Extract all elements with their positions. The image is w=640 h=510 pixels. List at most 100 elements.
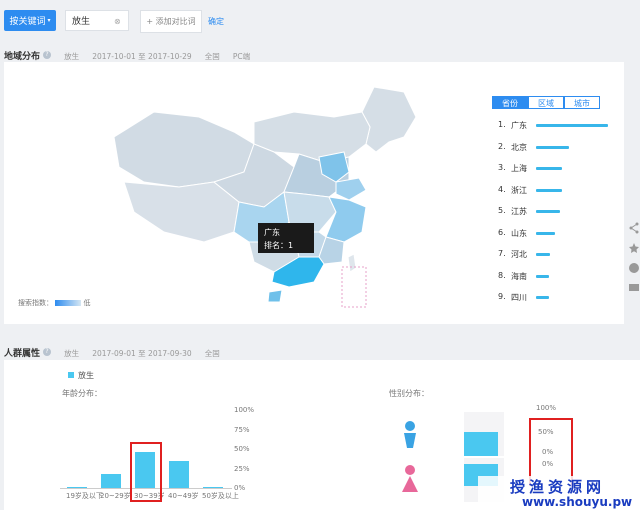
ranking-row[interactable]: 3. 上海 [492,159,622,180]
tab-area[interactable]: 区域 [528,96,564,109]
confirm-link[interactable]: 确定 [208,16,224,27]
top-strip [0,0,640,6]
region-keyword: 放生 [64,52,80,61]
ranking-bar [536,145,570,149]
ranking-row[interactable]: 5. 江苏 [492,202,622,223]
age-xtick: 19岁及以下 [66,492,103,500]
legend-scale [55,300,82,306]
ranking-tabs: 省份 区域 城市 [492,96,600,109]
tab-city[interactable]: 城市 [564,96,600,109]
age-ytick: 50% [234,445,250,453]
ranking-number: 8. [498,270,506,280]
legend-low: 低 [83,299,91,307]
ranking-bar [536,296,549,299]
keyword-chip-label: 放生 [72,17,91,27]
ranking-number: 4. [498,184,506,194]
ranking-row[interactable]: 2. 北京 [492,138,622,159]
ranking-bar [536,167,562,170]
crowd-legend: 放生 [68,370,94,381]
ranking-row[interactable]: 9. 四川 [492,288,622,309]
help-circle-icon[interactable] [628,262,640,274]
ranking-row[interactable]: 7. 河北 [492,245,622,266]
map-tooltip: 广东 排名：1 [258,223,314,253]
age-bar [169,461,189,488]
age-ytick: 75% [234,425,250,434]
crowd-header: 人群属性? 放生 2017-09-01 至 2017-09-30 全国 [4,341,404,359]
caret-down-icon: ▾ [47,17,51,24]
ranking-row[interactable]: 1. 广东 [492,116,622,137]
ranking-bar [536,124,608,127]
ranking-name: 广东 [511,121,527,130]
ranking-name: 北京 [511,142,527,152]
region-title: 地域分布 [4,52,41,62]
map-region-east [325,196,367,243]
ranking-row[interactable]: 6. 山东 [492,224,622,245]
watermark-line1: 授渔资源网 [510,478,606,496]
tab-province[interactable]: 省份 [492,96,528,109]
add-compare-label: + 添加对比词 [146,17,196,26]
age-ytick: 100% [234,406,255,414]
highlight-box-age [130,442,162,502]
keyword-chip[interactable]: 放生 ⊗ [65,10,129,31]
share-icon[interactable] [628,222,640,234]
keyword-mode-button[interactable]: 按关键词 ▾ [4,10,56,31]
star-icon[interactable] [628,242,640,254]
region-scope: 全国 [204,52,220,61]
china-map [113,86,417,308]
legend-label: 搜索指数： [18,299,53,307]
close-icon[interactable]: ⊗ [114,18,122,26]
crowd-scope: 全国 [204,349,220,358]
tooltip-rank: 排名：1 [264,241,294,250]
female-icon [402,465,418,492]
ranking-name: 浙江 [511,185,527,195]
male-icon [404,421,416,448]
help-icon[interactable]: ? [43,50,52,59]
age-chart: 100% 75% 50% 25% 0% 19岁及以下 20~29岁 30~39岁 40~49岁 5… [60,404,260,502]
ranking-number: 5. [498,206,506,215]
ranking-name: 四川 [511,293,527,302]
side-toolbar [628,222,640,302]
help-icon[interactable]: ? [43,347,52,356]
age-xtick: 50岁及以上 [202,492,239,500]
ranking-number: 2. [498,141,506,151]
male-bar [464,432,498,456]
age-bar [101,473,121,488]
ranking-name: 江苏 [511,207,527,216]
ranking-bar [536,210,561,213]
watermark: 授渔资源网 www.shouyu.pw [478,476,640,510]
age-xtick: 40~49岁 [168,492,199,500]
region-date-range: 2017-10-01 至 2017-10-29 [92,52,192,61]
ranking-name: 山东 [511,228,527,238]
comment-icon[interactable] [628,282,640,294]
ranking-name: 海南 [511,271,527,281]
map-region-hainan [267,289,283,303]
age-xtick: 20~29岁 [100,492,131,500]
map-region-tibet [123,181,240,243]
crowd-keyword: 放生 [64,349,80,358]
ranking-row[interactable]: 8. 海南 [492,267,622,288]
map-region-south-sea [341,266,367,308]
age-ytick: 25% [234,464,250,473]
legend-swatch [68,372,74,378]
region-device: PC端 [232,52,251,61]
ranking-name: 上海 [511,164,527,173]
crowd-title: 人群属性 [4,349,41,359]
ranking-number: 7. [498,249,506,258]
map-legend: 搜索指数： 低 [18,298,90,308]
ranking-bar [536,188,562,192]
ranking-bar [536,231,555,235]
age-title: 年龄分布： [62,389,102,398]
map-region-northeast [361,86,417,153]
watermark-line2: www.shouyu.pw [522,495,633,509]
region-header: 地域分布? 放生 2017-10-01 至 2017-10-29 全国 PC端 [4,44,404,62]
ranking-row[interactable]: 4. 浙江 [492,181,622,202]
keyword-mode-label: 按关键词 [9,17,46,27]
ranking-panel: 省份 区域 城市 1. 广东 2. 北京 3. 上海 4. 浙江 5. 江苏 6. 山东 7. 河北 8. 海… [492,94,624,312]
crowd-date-range: 2017-09-01 至 2017-09-30 [92,349,192,358]
ranking-number: 9. [498,292,506,301]
ranking-list: 1. 广东 2. 北京 3. 上海 4. 浙江 5. 江苏 6. 山东 7. 河北 8. 海南 9. 四川 [492,116,624,312]
add-compare-button[interactable]: + 添加对比词 [140,10,202,33]
map-region-taiwan [347,253,357,273]
legend-text: 放生 [78,371,94,380]
ranking-bar [536,253,551,256]
